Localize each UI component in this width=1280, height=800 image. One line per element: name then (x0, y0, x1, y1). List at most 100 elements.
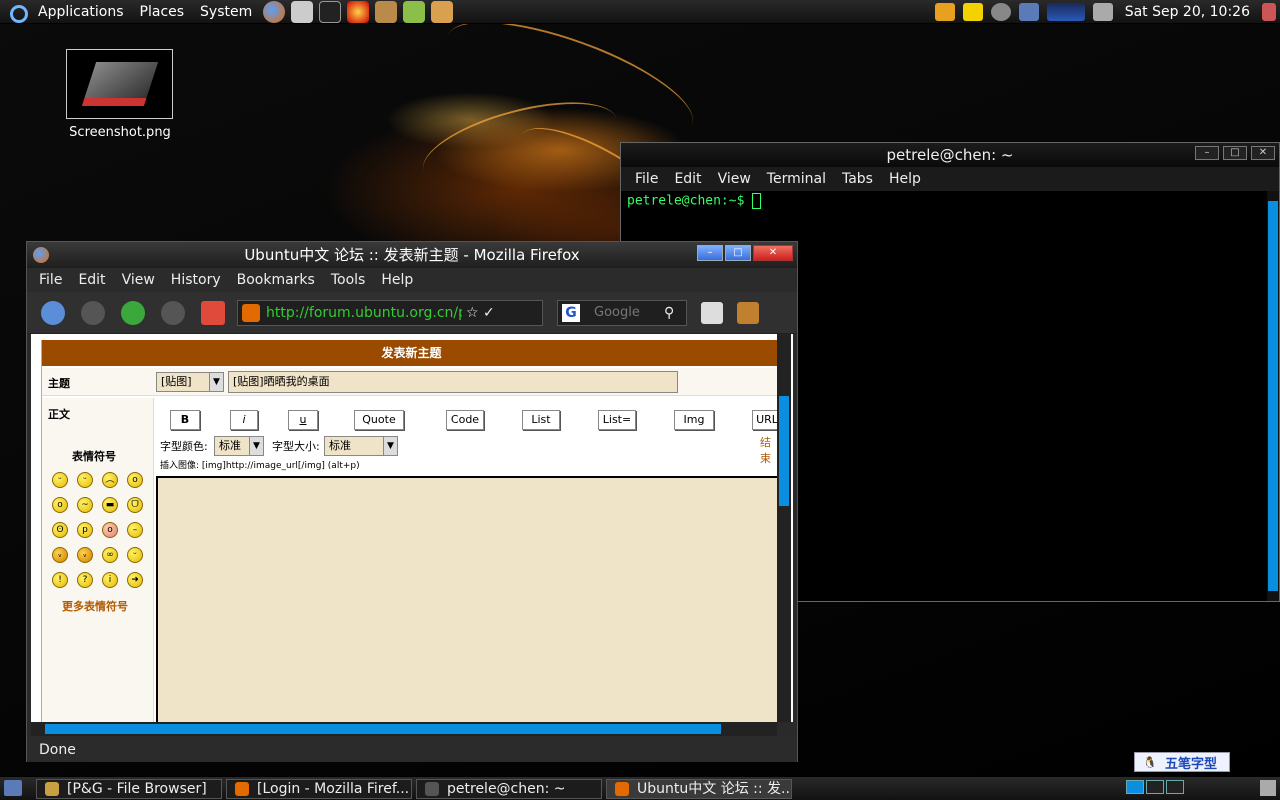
font-color-select[interactable]: 标准 ▼ (214, 436, 264, 456)
workspace-1[interactable] (1126, 780, 1144, 794)
rolleyes-smiley-icon[interactable]: ∞ (102, 547, 118, 563)
terminal-titlebar[interactable]: petrele@chen: ~ – □ ✕ (621, 143, 1279, 167)
stop-icon[interactable] (161, 300, 185, 325)
url-bar[interactable]: http://forum.ubuntu.org.cn/p ☆ ✓ (237, 299, 543, 326)
font-size-select[interactable]: 标准 ▼ (324, 436, 398, 456)
volume-icon[interactable] (1092, 2, 1113, 21)
terminal-scroll-thumb[interactable] (1268, 201, 1278, 591)
ubuntu-logo-icon[interactable] (6, 1, 28, 23)
embarrassed-smiley-icon[interactable]: o (102, 522, 118, 538)
maximize-button[interactable]: □ (725, 245, 751, 261)
terminal-scrollbar[interactable] (1267, 191, 1279, 601)
exclamation-icon[interactable]: ! (52, 572, 68, 588)
show-desktop-icon[interactable] (4, 780, 22, 796)
confused-smiley-icon[interactable]: ~ (77, 497, 93, 513)
laughing-smiley-icon[interactable]: ᗜ (127, 497, 143, 513)
shocked-smiley-icon[interactable]: o (52, 497, 68, 513)
minimize-button[interactable]: – (697, 245, 723, 261)
underline-button[interactable]: u (288, 410, 318, 430)
close-button[interactable]: ✕ (753, 245, 793, 261)
page-hscroll-thumb[interactable] (45, 724, 721, 734)
terminal-menu-file[interactable]: File (627, 171, 666, 187)
italic-button[interactable]: i (230, 410, 258, 430)
menu-tools[interactable]: Tools (323, 272, 374, 288)
terminal-menu-terminal[interactable]: Terminal (759, 171, 834, 187)
url-text[interactable]: http://forum.ubuntu.org.cn/p (266, 305, 462, 321)
google-engine-icon[interactable]: G (562, 303, 580, 322)
menu-history[interactable]: History (163, 272, 229, 288)
workspace-3[interactable] (1166, 780, 1184, 794)
code-button[interactable]: Code (446, 410, 484, 430)
trash-icon[interactable] (1260, 780, 1276, 796)
search-input[interactable]: Google (594, 305, 664, 320)
terminal-menu-view[interactable]: View (710, 171, 759, 187)
tools-launcher-icon[interactable] (375, 0, 398, 23)
wink-smiley-icon[interactable]: ᵕ (127, 547, 143, 563)
update-notifier-icon[interactable] (934, 2, 955, 21)
menu-edit[interactable]: Edit (70, 272, 113, 288)
logout-icon[interactable] (1262, 2, 1276, 21)
network-icon[interactable] (1018, 2, 1039, 21)
tongue-smiley-icon[interactable]: p (77, 522, 93, 538)
menu-help[interactable]: Help (373, 272, 421, 288)
back-arrow-icon[interactable] (41, 300, 65, 325)
notes-tray-icon[interactable] (962, 2, 983, 21)
cool-smiley-icon[interactable]: ▬ (102, 497, 118, 513)
firefox-launcher-icon[interactable] (263, 0, 286, 23)
places-menu[interactable]: Places (132, 0, 193, 24)
home-icon[interactable] (201, 300, 225, 325)
firefox-titlebar[interactable]: Ubuntu中文 论坛 :: 发表新主题 - Mozilla Firefox –… (27, 242, 797, 268)
terminal-launcher-icon[interactable] (319, 0, 342, 23)
notepad-icon[interactable] (701, 301, 723, 324)
menu-bookmarks[interactable]: Bookmarks (229, 272, 323, 288)
subject-type-select[interactable]: [贴图] ▼ (156, 372, 224, 392)
page-scroll-thumb[interactable] (779, 396, 789, 506)
more-smilies-link[interactable]: 更多表情符号 (62, 598, 128, 614)
menu-view[interactable]: View (114, 272, 163, 288)
rss-star-icon[interactable]: ☆ ✓ (466, 305, 495, 321)
message-textarea[interactable] (156, 476, 784, 722)
idea-icon[interactable]: i (102, 572, 118, 588)
system-menu[interactable]: System (192, 0, 260, 24)
applications-menu[interactable]: Applications (30, 0, 132, 24)
smiley-icon[interactable]: ᵕ (77, 472, 93, 488)
bookmark-icon[interactable] (737, 301, 759, 324)
terminal-menu-tabs[interactable]: Tabs (834, 171, 881, 187)
notes-launcher-icon[interactable] (403, 0, 426, 23)
folder-launcher-icon[interactable] (431, 0, 454, 23)
quote-button[interactable]: Quote (354, 410, 404, 430)
list-button[interactable]: List (522, 410, 560, 430)
page-horizontal-scrollbar[interactable] (31, 722, 777, 736)
qq-launcher-icon[interactable] (347, 0, 370, 23)
ordered-list-button[interactable]: List= (598, 410, 636, 430)
close-button[interactable]: ✕ (1251, 146, 1275, 160)
neutral-smiley-icon[interactable]: – (127, 522, 143, 538)
question-icon[interactable]: ? (77, 572, 93, 588)
img-button[interactable]: Img (674, 410, 714, 430)
task-firefox-forum[interactable]: Ubuntu中文 论坛 :: 发... (606, 779, 792, 799)
system-monitor-icon[interactable] (1046, 2, 1085, 21)
search-bar[interactable]: G Google ⚲ (557, 299, 687, 326)
search-icon[interactable]: ⚲ (664, 305, 674, 321)
minimize-button[interactable]: – (1195, 146, 1219, 160)
surprised-smiley-icon[interactable]: o (127, 472, 143, 488)
reload-icon[interactable] (121, 300, 145, 325)
menu-file[interactable]: File (31, 272, 70, 288)
terminal-menu-help[interactable]: Help (881, 171, 929, 187)
task-firefox-login[interactable]: [Login - Mozilla Firef... (226, 779, 412, 799)
maximize-button[interactable]: □ (1223, 146, 1247, 160)
clock[interactable]: Sat Sep 20, 10:26 (1117, 4, 1258, 20)
arrow-icon[interactable]: ➜ (127, 572, 143, 588)
twisted-smiley-icon[interactable]: ᵥ (77, 547, 93, 563)
ime-indicator[interactable]: 🐧 五笔字型 (1134, 752, 1230, 772)
page-vertical-scrollbar[interactable] (777, 334, 791, 722)
task-terminal[interactable]: petrele@chen: ~ (416, 779, 602, 799)
bold-button[interactable]: B (170, 410, 200, 430)
sad-smiley-icon[interactable]: ︵ (102, 472, 118, 488)
workspace-2[interactable] (1146, 780, 1164, 794)
desktop-file-screenshot[interactable]: Screenshot.png (66, 49, 174, 140)
evil-smiley-icon[interactable]: ᵥ (52, 547, 68, 563)
forward-arrow-icon[interactable] (81, 300, 105, 325)
mail-launcher-icon[interactable] (291, 0, 314, 23)
mad-smiley-icon[interactable]: ʘ (52, 522, 68, 538)
